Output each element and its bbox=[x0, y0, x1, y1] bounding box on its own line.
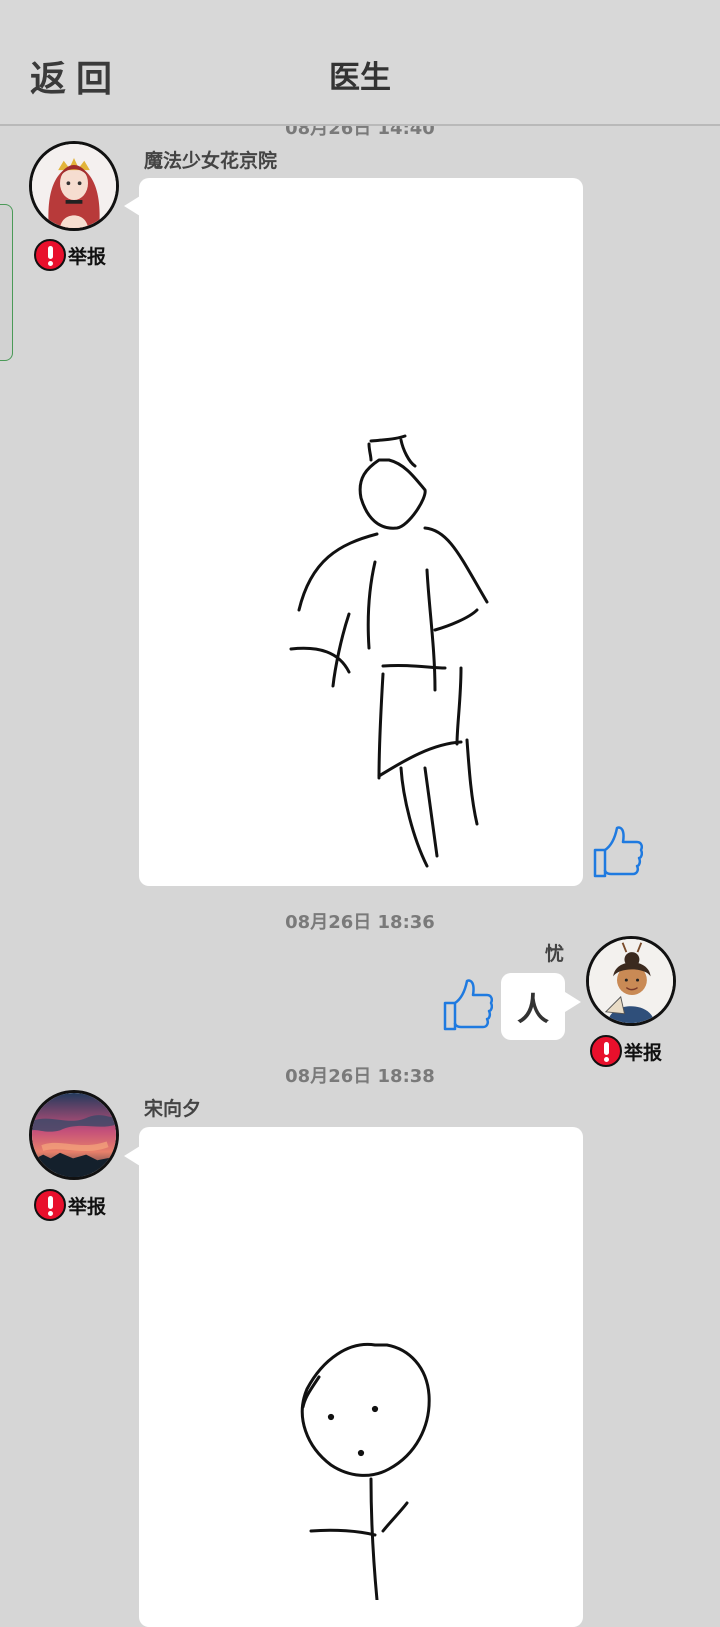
stick-figure-drawing bbox=[289, 434, 489, 868]
round-head-figure-drawing bbox=[300, 1342, 431, 1602]
avatar[interactable] bbox=[29, 1090, 119, 1180]
username: 宋向夕 bbox=[144, 1098, 202, 1120]
bubble-tail bbox=[565, 992, 581, 1012]
username: 魔法少女花京院 bbox=[144, 150, 278, 172]
timestamp: 08月26日 18:36 bbox=[285, 912, 435, 933]
avatar[interactable] bbox=[29, 141, 119, 231]
exclamation-icon bbox=[34, 239, 66, 271]
drawing-message[interactable] bbox=[139, 178, 583, 886]
text-message[interactable]: 人 bbox=[501, 973, 565, 1040]
thumbs-up-icon[interactable] bbox=[441, 977, 494, 1037]
drawing-message[interactable] bbox=[139, 1127, 583, 1627]
timestamp: 08月26日 18:38 bbox=[285, 1066, 435, 1087]
side-panel-handle[interactable] bbox=[0, 204, 13, 361]
bubble-tail bbox=[124, 1146, 140, 1166]
username: 忧 bbox=[544, 943, 564, 965]
thumbs-up-icon[interactable] bbox=[591, 824, 644, 884]
exclamation-icon bbox=[34, 1189, 66, 1221]
report-button[interactable]: 举报 bbox=[34, 1189, 106, 1221]
avatar[interactable] bbox=[586, 936, 676, 1026]
report-button[interactable]: 举报 bbox=[34, 239, 106, 271]
page-title: 医生 bbox=[329, 60, 391, 96]
bubble-tail bbox=[124, 196, 140, 216]
top-bar: 返回 医生 bbox=[0, 0, 720, 126]
